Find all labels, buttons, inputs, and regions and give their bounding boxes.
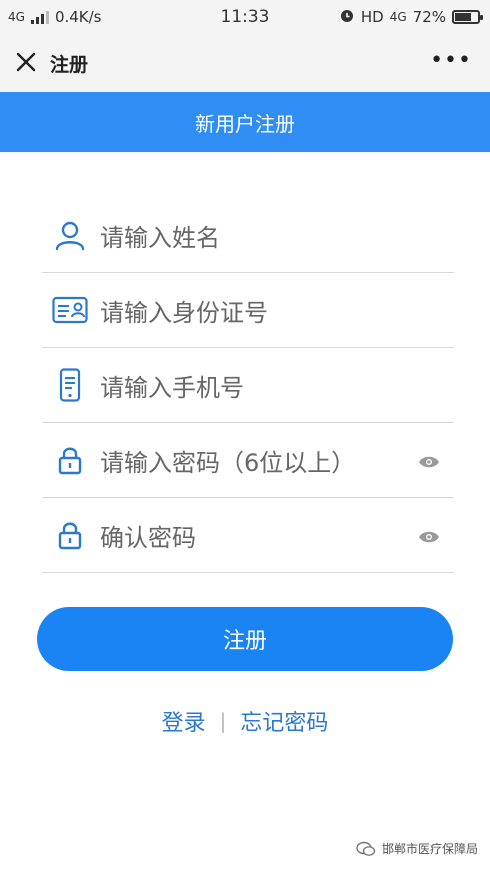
register-banner: 新用户注册: [0, 92, 490, 152]
id-card-icon: [50, 290, 90, 330]
lock-icon: [50, 515, 90, 555]
eye-icon[interactable]: [418, 526, 440, 548]
link-separator: |: [219, 709, 227, 733]
password-placeholder: 请输入密码（6位以上）: [100, 448, 356, 477]
user-icon: [50, 215, 90, 255]
battery-percent: 72%: [412, 8, 446, 26]
status-bar: 4G 0.4K/s 11:33 HD 4G 72%: [0, 0, 490, 34]
register-form: 请输入姓名 请输入身份证号 请输入手机号 请输入密码（6位以上） 确认密码: [42, 198, 454, 573]
register-button[interactable]: 注册: [37, 607, 453, 671]
page-title: 注册: [50, 54, 89, 76]
name-placeholder: 请输入姓名: [100, 223, 220, 252]
forgot-password-link[interactable]: 忘记密码: [240, 705, 328, 737]
battery-icon: [452, 10, 483, 24]
login-link[interactable]: 登录: [162, 705, 206, 737]
password-field[interactable]: 请输入密码（6位以上）: [42, 423, 454, 498]
phone-icon: [50, 365, 90, 405]
watermark: 邯郸市医疗保障局: [356, 840, 478, 857]
status-right: HD 4G 72%: [339, 7, 483, 27]
confirm-password-field[interactable]: 确认密码: [42, 498, 454, 573]
network-type-right: 4G: [389, 10, 407, 24]
lock-icon: [50, 440, 90, 480]
phone-field[interactable]: 请输入手机号: [42, 348, 454, 423]
id-number-placeholder: 请输入身份证号: [100, 298, 268, 327]
banner-title: 新用户注册: [195, 111, 295, 136]
auth-links: 登录 | 忘记密码: [0, 705, 490, 737]
eye-icon[interactable]: [418, 451, 440, 473]
watermark-text: 邯郸市医疗保障局: [381, 842, 478, 856]
wechat-icon: [356, 841, 376, 857]
name-field[interactable]: 请输入姓名: [42, 198, 454, 273]
nav-bar: 注册 •••: [0, 34, 490, 92]
hd-label: HD: [360, 8, 384, 26]
battery-level: [455, 13, 471, 21]
close-icon[interactable]: [12, 48, 40, 76]
more-menu-button[interactable]: •••: [430, 50, 472, 72]
alarm-icon: [339, 7, 355, 27]
id-number-field[interactable]: 请输入身份证号: [42, 273, 454, 348]
confirm-password-placeholder: 确认密码: [100, 523, 196, 552]
phone-placeholder: 请输入手机号: [100, 373, 244, 402]
